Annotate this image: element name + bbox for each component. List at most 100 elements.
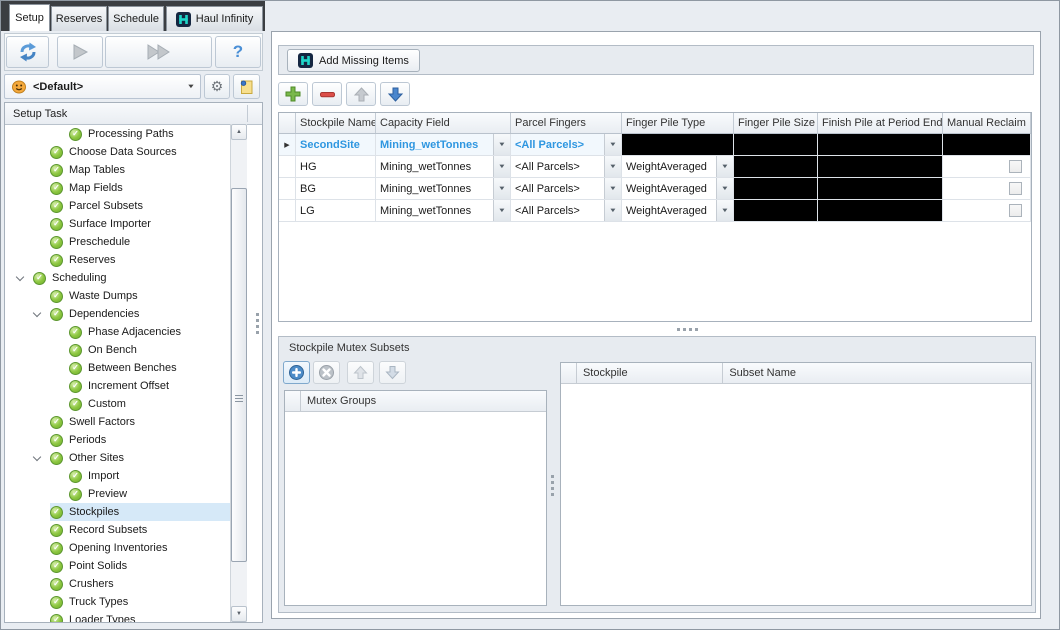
run-button[interactable] xyxy=(57,36,103,68)
tree-item-increment-offset[interactable]: ✓ Increment Offset xyxy=(6,377,230,395)
cell-finger-pile-type[interactable]: WeightAveraged ▼ xyxy=(622,200,734,221)
expand-chevron-icon[interactable] xyxy=(32,308,42,318)
tree-item-waste-dumps[interactable]: ✓ Waste Dumps xyxy=(6,287,230,305)
cell-capacity-field[interactable]: Mining_wetTonnes ▼ xyxy=(376,200,511,221)
add-row-button[interactable] xyxy=(278,82,308,106)
tree-item-scheduling[interactable]: ✓ Scheduling xyxy=(6,269,230,287)
grid-row-hg[interactable]: HG Mining_wetTonnes ▼ <All Parcels> ▼ WeightA… xyxy=(279,156,1031,178)
cell-stockpile-name[interactable]: SecondSite xyxy=(296,134,376,155)
tree-item-periods[interactable]: ✓ Periods xyxy=(6,431,230,449)
redacted-cell-finger-pile-size[interactable] xyxy=(734,156,818,177)
mutex-move-up-button[interactable] xyxy=(347,361,374,384)
scrollbar-up-button[interactable]: ▲ xyxy=(231,124,247,140)
scrollbar-down-button[interactable]: ▼ xyxy=(231,606,247,622)
notes-button[interactable] xyxy=(233,74,260,99)
scrollbar-thumb[interactable] xyxy=(231,188,247,562)
delete-mutex-group-button[interactable] xyxy=(313,361,340,384)
tree-item-phase-adjacencies[interactable]: ✓ Phase Adjacencies xyxy=(6,323,230,341)
manual-reclaim-checkbox[interactable] xyxy=(1009,182,1022,195)
expand-chevron-icon[interactable] xyxy=(15,272,25,282)
tree-item-opening-inventories[interactable]: ✓ Opening Inventories xyxy=(6,539,230,557)
grid-row-lg[interactable]: LG Mining_wetTonnes ▼ <All Parcels> ▼ WeightA… xyxy=(279,200,1031,222)
grid-row-secondsite[interactable]: ▶ SecondSite Mining_wetTonnes ▼ <All Parcels… xyxy=(279,134,1031,156)
scenario-dropdown[interactable]: <Default> ▼ xyxy=(4,74,201,99)
column-header-capacity-field[interactable]: Capacity Field xyxy=(376,113,511,133)
tree-item-parcel-subsets[interactable]: ✓ Parcel Subsets xyxy=(6,197,230,215)
column-header-stockpile-name[interactable]: Stockpile Name xyxy=(296,113,376,133)
tree-item-crushers[interactable]: ✓ Crushers xyxy=(6,575,230,593)
dropdown-button[interactable]: ▼ xyxy=(604,200,621,221)
refresh-button[interactable] xyxy=(6,36,49,68)
cell-manual-reclaim[interactable] xyxy=(943,178,1031,199)
dropdown-button[interactable]: ▼ xyxy=(493,178,510,199)
redacted-cell-finish-pile-at-period-end[interactable] xyxy=(818,178,943,199)
tree-item-processing-paths[interactable]: ✓ Processing Paths xyxy=(6,125,230,143)
cell-stockpile-name[interactable]: BG xyxy=(296,178,376,199)
add-mutex-group-button[interactable] xyxy=(283,361,310,384)
tab-haul-infinity[interactable]: Haul Infinity xyxy=(166,6,263,31)
tree-item-surface-importer[interactable]: ✓ Surface Importer xyxy=(6,215,230,233)
tree-item-loader-types[interactable]: ✓ Loader Types xyxy=(6,611,230,622)
manual-reclaim-checkbox[interactable] xyxy=(1009,160,1022,173)
tree-item-map-tables[interactable]: ✓ Map Tables xyxy=(6,161,230,179)
column-header-finger-pile-size[interactable]: Finger Pile Size xyxy=(734,113,818,133)
tree-item-dependencies[interactable]: ✓ Dependencies xyxy=(6,305,230,323)
horizontal-splitter[interactable] xyxy=(677,328,701,331)
expand-chevron-icon[interactable] xyxy=(32,452,42,462)
tree-item-swell-factors[interactable]: ✓ Swell Factors xyxy=(6,413,230,431)
tab-reserves[interactable]: Reserves xyxy=(51,6,107,31)
tree-item-custom[interactable]: ✓ Custom xyxy=(6,395,230,413)
column-header-subset-name[interactable]: Subset Name xyxy=(723,363,1031,383)
dropdown-button[interactable]: ▼ xyxy=(493,156,510,177)
redacted-cell-manual-reclaim[interactable] xyxy=(943,134,1031,155)
tree-item-truck-types[interactable]: ✓ Truck Types xyxy=(6,593,230,611)
redacted-cell-finger-pile-size[interactable] xyxy=(734,200,818,221)
cell-capacity-field[interactable]: Mining_wetTonnes ▼ xyxy=(376,178,511,199)
tree-item-map-fields[interactable]: ✓ Map Fields xyxy=(6,179,230,197)
column-header-parcel-fingers[interactable]: Parcel Fingers xyxy=(511,113,622,133)
cell-parcel-fingers[interactable]: <All Parcels> ▼ xyxy=(511,156,622,177)
tree-item-preview[interactable]: ✓ Preview xyxy=(6,485,230,503)
mutex-groups-header-label[interactable]: Mutex Groups xyxy=(301,391,376,411)
tree-item-record-subsets[interactable]: ✓ Record Subsets xyxy=(6,521,230,539)
tree-item-point-solids[interactable]: ✓ Point Solids xyxy=(6,557,230,575)
tree-item-between-benches[interactable]: ✓ Between Benches xyxy=(6,359,230,377)
move-down-button[interactable] xyxy=(380,82,410,106)
tree-item-choose-data-sources[interactable]: ✓ Choose Data Sources xyxy=(6,143,230,161)
dropdown-button[interactable]: ▼ xyxy=(604,178,621,199)
mutex-move-down-button[interactable] xyxy=(379,361,406,384)
tree-item-preschedule[interactable]: ✓ Preschedule xyxy=(6,233,230,251)
cell-capacity-field[interactable]: Mining_wetTonnes ▼ xyxy=(376,134,511,155)
cell-stockpile-name[interactable]: LG xyxy=(296,200,376,221)
tree-item-reserves[interactable]: ✓ Reserves xyxy=(6,251,230,269)
mutex-splitter[interactable] xyxy=(551,475,554,499)
dropdown-button[interactable]: ▼ xyxy=(604,156,621,177)
mutex-groups-body[interactable] xyxy=(285,412,546,605)
cell-parcel-fingers[interactable]: <All Parcels> ▼ xyxy=(511,200,622,221)
dropdown-button[interactable]: ▼ xyxy=(716,156,733,177)
cell-stockpile-name[interactable]: HG xyxy=(296,156,376,177)
tree-item-import[interactable]: ✓ Import xyxy=(6,467,230,485)
manual-reclaim-checkbox[interactable] xyxy=(1009,204,1022,217)
cell-manual-reclaim[interactable] xyxy=(943,156,1031,177)
redacted-cell-finish-pile-at-period-end[interactable] xyxy=(818,200,943,221)
tree-item-stockpiles[interactable]: ✓ Stockpiles xyxy=(6,503,230,521)
cell-parcel-fingers[interactable]: <All Parcels> ▼ xyxy=(511,134,622,155)
left-main-splitter[interactable] xyxy=(256,313,259,337)
cell-manual-reclaim[interactable] xyxy=(943,200,1031,221)
cell-capacity-field[interactable]: Mining_wetTonnes ▼ xyxy=(376,156,511,177)
column-header-finger-pile-type[interactable]: Finger Pile Type xyxy=(622,113,734,133)
tab-setup[interactable]: Setup xyxy=(9,4,50,31)
redacted-cell-finish-pile-at-period-end[interactable] xyxy=(818,156,943,177)
cell-finger-pile-type[interactable]: WeightAveraged ▼ xyxy=(622,156,734,177)
cell-finger-pile-type[interactable]: WeightAveraged ▼ xyxy=(622,178,734,199)
redacted-cell-finger-pile-size[interactable] xyxy=(734,134,818,155)
scenario-settings-button[interactable]: ⚙ xyxy=(204,74,230,99)
dropdown-button[interactable]: ▼ xyxy=(716,200,733,221)
column-header-manual-reclaim[interactable]: Manual Reclaim xyxy=(943,113,1031,133)
tree-scrollbar[interactable]: ▲ ▼ xyxy=(230,124,247,622)
tree-item-other-sites[interactable]: ✓ Other Sites xyxy=(6,449,230,467)
dropdown-button[interactable]: ▼ xyxy=(716,178,733,199)
dropdown-button[interactable]: ▼ xyxy=(493,200,510,221)
mutex-table-body[interactable] xyxy=(561,384,1031,605)
